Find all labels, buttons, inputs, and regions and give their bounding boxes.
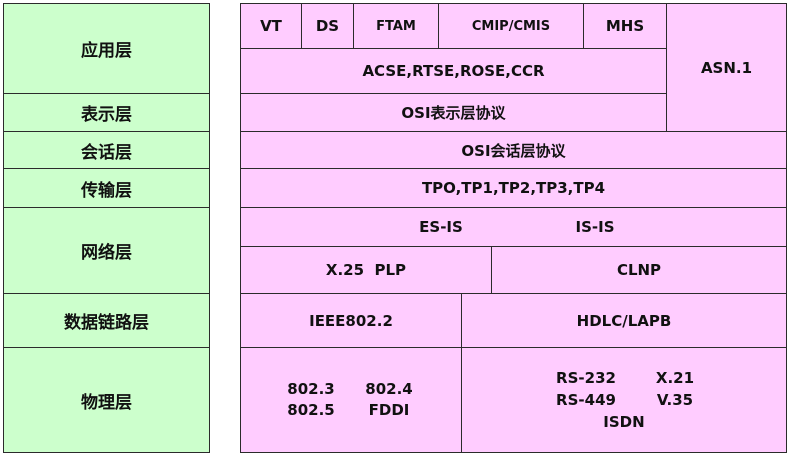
proto-vt: VT (240, 3, 302, 49)
proto-8025: 802.5 (287, 401, 335, 419)
layer-physical-label: 物理层 (81, 392, 132, 413)
proto-esis: ES-IS (419, 218, 463, 236)
proto-tp: TPO,TP1,TP2,TP3,TP4 (240, 168, 787, 208)
proto-isis: IS-IS (575, 218, 615, 236)
proto-v35: V.35 (656, 391, 694, 409)
proto-isdn: ISDN (603, 413, 645, 431)
layer-application: 应用层 (3, 3, 210, 94)
layer-session: 会话层 (3, 131, 210, 169)
proto-x25plp-label: X.25 PLP (325, 261, 407, 279)
proto-acse-label: ACSE,RTSE,ROSE,CCR (362, 62, 545, 80)
proto-8023: 802.3 (287, 380, 335, 398)
layer-datalink-label: 数据链路层 (64, 313, 149, 333)
proto-vt-label: VT (260, 17, 282, 35)
proto-hdlc: HDLC/LAPB (461, 293, 787, 348)
proto-x21: X.21 (655, 369, 695, 387)
proto-rs449: RS-449 (556, 391, 616, 409)
layer-datalink: 数据链路层 (3, 293, 210, 348)
layer-physical: 物理层 (3, 347, 210, 453)
proto-ftam-label: FTAM (376, 18, 416, 34)
proto-acse: ACSE,RTSE,ROSE,CCR (240, 48, 667, 94)
proto-clnp: CLNP (491, 246, 787, 294)
proto-osi-presentation-label: OSI表示层协议 (401, 104, 506, 122)
proto-osi-session-label: OSI会话层协议 (461, 141, 566, 160)
proto-8024: 802.4 (365, 380, 413, 398)
proto-clnp-label: CLNP (616, 261, 662, 279)
layer-transport: 传输层 (3, 168, 210, 208)
proto-cmip-label: CMIP/CMIS (471, 18, 551, 34)
proto-ds: DS (301, 3, 354, 49)
layer-network: 网络层 (3, 207, 210, 294)
proto-ds-label: DS (315, 17, 340, 35)
proto-fddi: FDDI (368, 401, 410, 419)
proto-rs232: RS-232 (556, 369, 616, 387)
layer-application-label: 应用层 (81, 41, 132, 61)
layer-session-label: 会话层 (81, 142, 132, 163)
proto-tp-label: TPO,TP1,TP2,TP3,TP4 (421, 179, 606, 197)
layer-transport-label: 传输层 (81, 180, 132, 201)
proto-ieee8022-label: IEEE802.2 (309, 311, 393, 330)
proto-x25plp: X.25 PLP (240, 246, 492, 294)
layer-presentation: 表示层 (3, 93, 210, 132)
proto-mhs: MHS (583, 3, 667, 49)
proto-hdlc-label: HDLC/LAPB (576, 311, 672, 330)
proto-ieee8022: IEEE802.2 (240, 293, 462, 348)
proto-asn1-label: ASN.1 (700, 58, 753, 77)
proto-osi-session: OSI会话层协议 (240, 131, 787, 169)
proto-ftam: FTAM (353, 3, 439, 49)
proto-phys-left (240, 347, 462, 453)
proto-mhs-label: MHS (605, 17, 645, 35)
proto-osi-presentation: OSI表示层协议 (240, 93, 667, 132)
layer-network-label: 网络层 (81, 243, 132, 263)
proto-esis-isis-row (240, 207, 787, 247)
proto-asn1: ASN.1 (666, 3, 787, 132)
proto-cmip: CMIP/CMIS (438, 3, 584, 49)
layer-presentation-label: 表示层 (81, 105, 132, 125)
